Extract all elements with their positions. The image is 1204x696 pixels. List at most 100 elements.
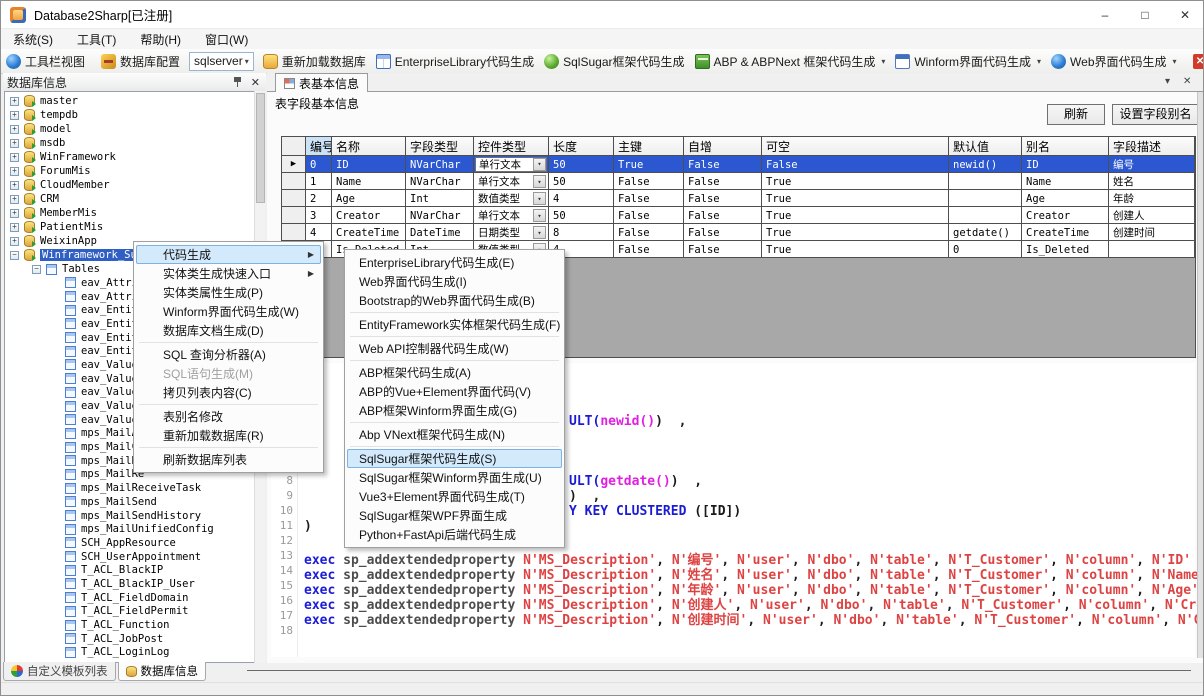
grid-cell[interactable]: Age bbox=[1022, 190, 1109, 207]
tree-item[interactable]: T_ACL_BlackIP_User bbox=[5, 577, 264, 591]
grid-cell[interactable]: Age bbox=[332, 190, 406, 207]
control-type-combo[interactable]: 单行文本▾ bbox=[478, 174, 546, 189]
grid-cell[interactable]: Is_Deleted bbox=[1022, 241, 1109, 258]
grid-cell[interactable]: False bbox=[684, 207, 762, 224]
combo-dropdown-icon[interactable]: ▾ bbox=[533, 175, 546, 188]
expand-icon[interactable]: + bbox=[10, 125, 19, 134]
grid-header-cell[interactable]: 名称 bbox=[332, 137, 406, 156]
grid-cell[interactable]: 0 bbox=[949, 241, 1022, 258]
grid-cell[interactable]: Name bbox=[1022, 173, 1109, 190]
grid-cell[interactable]: False bbox=[614, 207, 684, 224]
grid-cell[interactable]: 单行文本▾ bbox=[474, 207, 549, 224]
tab-list-dropdown-icon[interactable]: ▾ bbox=[1165, 76, 1170, 87]
grid-cell[interactable]: False bbox=[762, 156, 949, 173]
submenu-item[interactable]: Web API控制器代码生成(W) bbox=[347, 339, 562, 358]
grid-cell[interactable]: True bbox=[614, 156, 684, 173]
close-button[interactable]: ✕ bbox=[1165, 1, 1204, 29]
grid-cell[interactable]: True bbox=[762, 241, 949, 258]
context-menu-item[interactable]: Winform界面代码生成(W) bbox=[136, 302, 321, 321]
submenu-item[interactable]: ABP框架Winform界面生成(G) bbox=[347, 401, 562, 420]
tree-item[interactable]: mps_MailSendHistory bbox=[5, 509, 264, 523]
tree-item[interactable]: mps_MailUnifiedConfig bbox=[5, 522, 264, 536]
grid-header-cell[interactable]: 字段类型 bbox=[406, 137, 474, 156]
row-selector[interactable] bbox=[282, 224, 306, 241]
grid-header-cell[interactable]: 默认值 bbox=[949, 137, 1022, 156]
expand-icon[interactable]: + bbox=[10, 111, 19, 120]
grid-cell[interactable]: NVarChar bbox=[406, 207, 474, 224]
grid-cell[interactable] bbox=[949, 190, 1022, 207]
menubar-item[interactable]: 系统(S) bbox=[1, 29, 65, 50]
web-codegen-button[interactable]: Web界面代码生成 ▾ bbox=[1046, 50, 1181, 72]
grid-cell[interactable]: True bbox=[762, 207, 949, 224]
context-menu-item[interactable]: 代码生成▶ bbox=[136, 245, 321, 264]
grid-cell[interactable]: Int bbox=[406, 190, 474, 207]
context-menu-item[interactable]: 数据库文档生成(D) bbox=[136, 321, 321, 340]
submenu-item[interactable]: SqlSugar框架代码生成(S) bbox=[347, 449, 562, 468]
expand-icon[interactable]: + bbox=[10, 181, 19, 190]
collapse-icon[interactable]: − bbox=[10, 251, 19, 260]
grid-cell[interactable] bbox=[1109, 241, 1195, 258]
grid-cell[interactable]: 单行文本▾ bbox=[474, 173, 549, 190]
grid-cell[interactable]: False bbox=[684, 156, 762, 173]
abp-codegen-button[interactable]: ABP & ABPNext 框架代码生成 ▾ bbox=[690, 50, 891, 72]
grid-cell[interactable]: False bbox=[614, 173, 684, 190]
submenu-item[interactable]: Web界面代码生成(I) bbox=[347, 272, 562, 291]
grid-cell[interactable]: False bbox=[684, 224, 762, 241]
grid-header-cell[interactable]: 自增 bbox=[684, 137, 762, 156]
grid-cell[interactable]: 50 bbox=[549, 156, 614, 173]
expand-icon[interactable]: + bbox=[10, 139, 19, 148]
exit-button[interactable]: ✕ 退出 bbox=[1188, 50, 1204, 72]
combo-dropdown-icon[interactable]: ▾ bbox=[533, 158, 546, 171]
grid-cell[interactable]: False bbox=[614, 224, 684, 241]
grid-cell[interactable]: 创建人 bbox=[1109, 207, 1195, 224]
grid-cell[interactable]: 日期类型▾ bbox=[474, 224, 549, 241]
submenu-item[interactable]: EnterpriseLibrary代码生成(E) bbox=[347, 253, 562, 272]
tree-item[interactable]: T_ACL_JobPost bbox=[5, 632, 264, 646]
grid-cell[interactable]: False bbox=[614, 190, 684, 207]
context-menu-item[interactable]: 重新加载数据库(R) bbox=[136, 426, 321, 445]
grid-cell[interactable]: Name bbox=[332, 173, 406, 190]
grid-cell[interactable]: 3 bbox=[306, 207, 332, 224]
grid-cell[interactable]: 年龄 bbox=[1109, 190, 1195, 207]
entlib-codegen-button[interactable]: EnterpriseLibrary代码生成 bbox=[371, 50, 539, 72]
tree-item[interactable]: mps_MailSend bbox=[5, 495, 264, 509]
submenu-item[interactable]: Abp VNext框架代码生成(N) bbox=[347, 425, 562, 444]
row-selector[interactable] bbox=[282, 173, 306, 190]
tree-item[interactable]: +CRM bbox=[5, 192, 264, 206]
grid-cell[interactable]: True bbox=[762, 173, 949, 190]
grid-cell[interactable]: 0 bbox=[306, 156, 332, 173]
submenu-item[interactable]: ABP的Vue+Element界面代码(V) bbox=[347, 382, 562, 401]
tree-item[interactable]: +MemberMis bbox=[5, 206, 264, 220]
right-splitter[interactable] bbox=[1197, 92, 1204, 658]
submenu-item[interactable]: ABP框架代码生成(A) bbox=[347, 363, 562, 382]
tab-table-basic-info[interactable]: 表基本信息 bbox=[275, 73, 368, 92]
grid-cell[interactable]: True bbox=[762, 224, 949, 241]
control-type-combo[interactable]: 数值类型▾ bbox=[478, 191, 546, 206]
tree-item[interactable]: T_ACL_LoginLog bbox=[5, 646, 264, 660]
grid-header-cell[interactable]: 字段描述 bbox=[1109, 137, 1195, 156]
tree-item[interactable]: SCH_AppResource bbox=[5, 536, 264, 550]
grid-cell[interactable]: CreateTime bbox=[332, 224, 406, 241]
sqlsugar-codegen-button[interactable]: SqlSugar框架代码生成 bbox=[539, 50, 689, 72]
grid-cell[interactable]: False bbox=[614, 241, 684, 258]
minimize-button[interactable]: – bbox=[1085, 1, 1125, 29]
grid-cell[interactable]: Creator bbox=[332, 207, 406, 224]
winform-codegen-button[interactable]: Winform界面代码生成 ▾ bbox=[890, 50, 1046, 72]
tree-item[interactable]: +master bbox=[5, 94, 264, 108]
set-field-alias-button[interactable]: 设置字段别名 bbox=[1112, 104, 1199, 125]
tree-item[interactable]: +msdb bbox=[5, 136, 264, 150]
context-menu-item[interactable]: 实体类生成快速入口▶ bbox=[136, 264, 321, 283]
tree-item[interactable]: mps_MailReceiveTask bbox=[5, 481, 264, 495]
panel-close-icon[interactable]: ✕ bbox=[251, 76, 260, 89]
grid-cell[interactable]: 50 bbox=[549, 207, 614, 224]
context-menu-item[interactable]: SQL 查询分析器(A) bbox=[136, 345, 321, 364]
submenu-item[interactable]: Bootstrap的Web界面代码生成(B) bbox=[347, 291, 562, 310]
tree-item[interactable]: +ForumMis bbox=[5, 164, 264, 178]
expand-icon[interactable]: + bbox=[10, 167, 19, 176]
grid-cell[interactable]: 1 bbox=[306, 173, 332, 190]
tree-item[interactable]: T_ACL_Function bbox=[5, 618, 264, 632]
tree-item[interactable]: T_ACL_BlackIP bbox=[5, 563, 264, 577]
combo-dropdown-icon[interactable]: ▾ bbox=[533, 226, 546, 239]
submenu-item[interactable]: SqlSugar框架Winform界面生成(U) bbox=[347, 468, 562, 487]
expand-icon[interactable]: + bbox=[10, 223, 19, 232]
